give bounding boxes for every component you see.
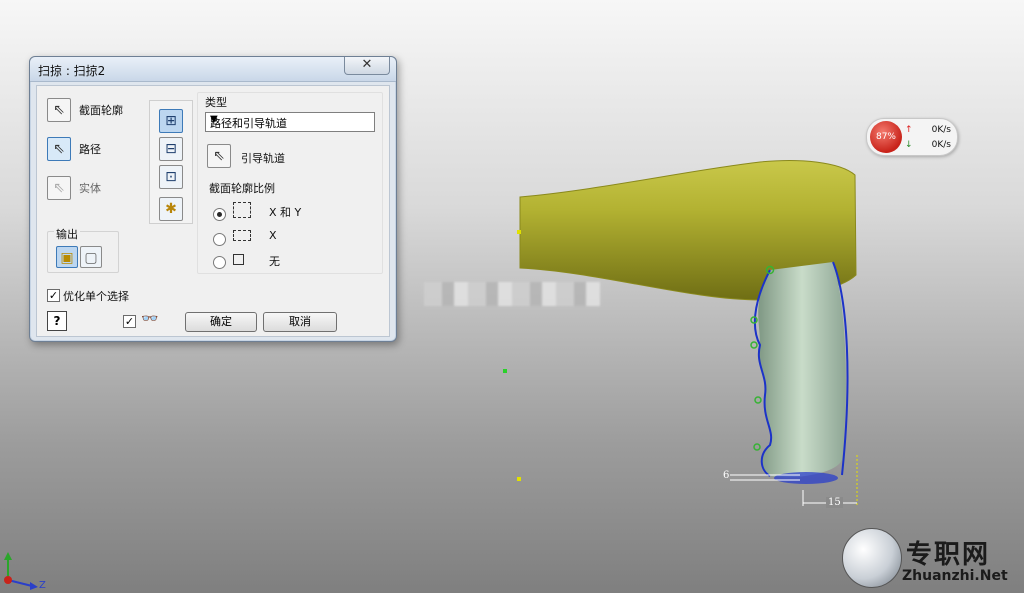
download-speed: 0K/s — [931, 140, 951, 150]
intersect-button[interactable]: ⊡ — [159, 165, 183, 189]
path-select-button[interactable]: ⇖ — [47, 137, 71, 161]
axis-z-label: Z — [39, 580, 46, 591]
dryer-handle[interactable] — [758, 262, 846, 478]
scale-none-label: 无 — [269, 255, 280, 268]
sweep-dialog[interactable]: 扫掠 : 扫掠2 ✕ ⇖ 截面轮廓 ⇖ 路径 ⇖ 实体 输出 ▣ ▢ ⊞ ⊟ ⊡… — [29, 56, 397, 342]
optimize-label: 优化单个选择 — [63, 290, 129, 303]
constraint-point[interactable] — [750, 341, 758, 349]
preview-glasses-icon: 👓 — [141, 311, 159, 327]
cursor-arrow-icon: ⇖ — [213, 148, 225, 164]
close-button[interactable]: ✕ — [344, 57, 390, 75]
download-arrow-icon: ↓ — [905, 140, 913, 150]
help-button[interactable]: ? — [47, 311, 67, 331]
profile-scale-label: 截面轮廓比例 — [209, 182, 275, 195]
ok-button[interactable]: 确定 — [185, 312, 257, 332]
type-select[interactable]: 路径和引导轨道 ▼ — [205, 112, 375, 132]
output-label: 输出 — [54, 226, 80, 242]
dimension-label-bottom[interactable]: 15 — [826, 497, 843, 508]
output-surface-button[interactable]: ▢ — [80, 246, 102, 268]
axis-triad — [4, 552, 38, 590]
scale-x-radio[interactable] — [213, 233, 226, 246]
blurred-region — [424, 282, 600, 306]
cursor-arrow-icon: ⇖ — [53, 141, 65, 157]
join-button[interactable]: ⊞ — [159, 109, 183, 133]
upload-arrow-icon: ↑ — [905, 125, 913, 135]
preview-checkbox[interactable]: ✓ — [123, 315, 136, 328]
scale-none-radio[interactable] — [213, 256, 226, 269]
gauge-percent: 87% — [875, 132, 896, 142]
watermark-logo: 专职网 Zhuanzhi.Net — [842, 528, 1022, 590]
scale-x-label: X — [269, 229, 277, 242]
constraint-point[interactable] — [754, 396, 762, 404]
path-label: 路径 — [79, 143, 101, 156]
work-point[interactable] — [503, 369, 507, 373]
cut-icon: ⊟ — [165, 141, 177, 157]
soccer-ball-icon — [842, 528, 902, 588]
cursor-arrow-icon: ⇖ — [53, 180, 65, 196]
dialog-titlebar[interactable]: 扫掠 : 扫掠2 ✕ — [30, 57, 396, 82]
new-solid-button[interactable]: ✱ — [159, 197, 183, 221]
optimize-checkbox[interactable]: ✓ — [47, 289, 60, 302]
scale-x-icon — [233, 230, 251, 241]
profile-select-button[interactable]: ⇖ — [47, 98, 71, 122]
dimension-label-left[interactable]: 6 — [723, 470, 729, 481]
network-speed-widget[interactable]: 87% ↑ ↓ 0K/s 0K/s — [866, 118, 958, 156]
operation-tools: ⊞ ⊟ ⊡ ✱ — [149, 100, 193, 224]
new-solid-icon: ✱ — [165, 201, 177, 217]
scale-xy-icon — [233, 202, 251, 218]
cancel-button[interactable]: 取消 — [263, 312, 337, 332]
watermark-text-cn: 专职网 — [906, 540, 991, 570]
guide-rail-label: 引导轨道 — [241, 152, 285, 165]
solid-select-button[interactable]: ⇖ — [47, 176, 71, 200]
surface-cube-icon: ▢ — [84, 250, 98, 266]
join-icon: ⊞ — [165, 113, 177, 129]
output-solid-button[interactable]: ▣ — [56, 246, 78, 268]
handle-base-ellipse — [774, 472, 838, 484]
scale-xy-label: X 和 Y — [269, 206, 302, 219]
cut-button[interactable]: ⊟ — [159, 137, 183, 161]
dialog-title: 扫掠 : 扫掠2 — [38, 64, 106, 78]
output-group: 输出 ▣ ▢ — [47, 226, 119, 273]
dialog-body: ⇖ 截面轮廓 ⇖ 路径 ⇖ 实体 输出 ▣ ▢ ⊞ ⊟ ⊡ ✱ 类型 路径和引导… — [36, 85, 390, 337]
solid-cube-icon: ▣ — [60, 250, 74, 266]
chevron-down-icon: ▼ — [210, 114, 218, 125]
watermark-text-en: Zhuanzhi.Net — [902, 568, 1008, 584]
scale-xy-radio[interactable] — [213, 208, 226, 221]
work-point[interactable] — [517, 477, 521, 481]
profile-label: 截面轮廓 — [79, 104, 123, 117]
cpu-gauge-icon[interactable]: 87% — [870, 121, 902, 153]
scale-none-icon — [233, 254, 244, 265]
checkmark-icon: ✓ — [124, 315, 135, 328]
guide-rail-select-button[interactable]: ⇖ — [207, 144, 231, 168]
intersect-icon: ⊡ — [165, 169, 177, 185]
constraint-point[interactable] — [753, 443, 761, 451]
work-point[interactable] — [517, 230, 521, 234]
type-label: 类型 — [205, 96, 227, 109]
solid-label: 实体 — [79, 182, 101, 195]
upload-speed: 0K/s — [931, 125, 951, 135]
checkmark-icon: ✓ — [48, 289, 59, 302]
cursor-arrow-icon: ⇖ — [53, 102, 65, 118]
